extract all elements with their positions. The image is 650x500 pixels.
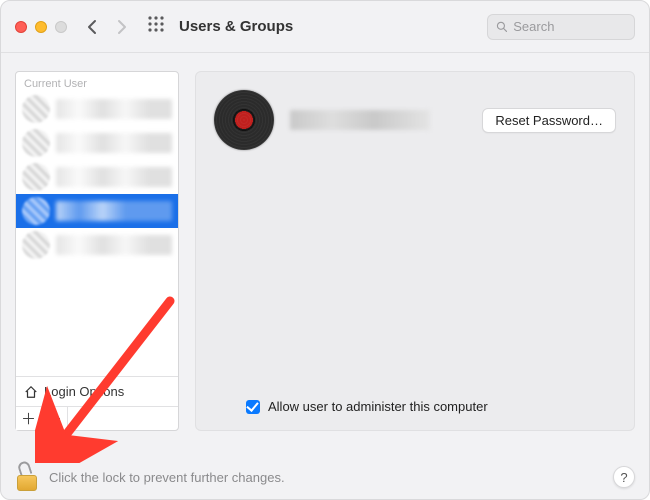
user-list-item[interactable]	[16, 126, 178, 160]
user-name-redacted	[56, 99, 172, 119]
user-name-redacted	[56, 235, 172, 255]
reset-password-button[interactable]: Reset Password…	[482, 108, 616, 133]
content-body: Current User	[1, 53, 649, 448]
chevron-left-icon	[87, 19, 98, 35]
user-avatar-redacted-icon	[22, 95, 50, 123]
lock-button[interactable]	[15, 463, 39, 491]
minus-icon: －	[47, 408, 62, 429]
login-options-label: Login Options	[44, 384, 124, 399]
traffic-lights	[15, 21, 67, 33]
user-name-redacted	[56, 167, 172, 187]
profile-avatar[interactable]	[214, 90, 274, 150]
lock-hint-text: Click the lock to prevent further change…	[49, 470, 285, 485]
user-avatar-redacted-icon	[22, 163, 50, 191]
user-list	[16, 92, 178, 376]
user-sidebar: Current User	[15, 71, 179, 431]
forward-button[interactable]	[116, 19, 127, 35]
profile-row: Reset Password…	[214, 90, 616, 150]
back-button[interactable]	[87, 19, 98, 35]
user-list-item[interactable]	[16, 228, 178, 262]
titlebar: Users & Groups	[1, 1, 649, 53]
user-avatar-redacted-icon	[22, 197, 50, 225]
show-all-button[interactable]	[147, 15, 165, 38]
zoom-window-button[interactable]	[55, 21, 67, 33]
user-avatar-redacted-icon	[22, 231, 50, 259]
admin-checkbox-row[interactable]: Allow user to administer this computer	[246, 399, 488, 414]
admin-checkbox[interactable]	[246, 400, 260, 414]
user-avatar-redacted-icon	[22, 129, 50, 157]
search-icon	[496, 20, 507, 33]
nav-arrows	[87, 19, 127, 35]
user-list-item[interactable]	[16, 92, 178, 126]
remove-user-button[interactable]: －	[42, 407, 68, 430]
admin-checkbox-label: Allow user to administer this computer	[268, 399, 488, 414]
add-remove-bar: ＋ －	[16, 406, 178, 430]
user-name-redacted	[56, 201, 172, 221]
chevron-right-icon	[116, 19, 127, 35]
lock-body-icon	[17, 475, 37, 491]
user-name-redacted	[56, 133, 172, 153]
house-icon	[24, 385, 38, 399]
minimize-window-button[interactable]	[35, 21, 47, 33]
add-user-button[interactable]: ＋	[16, 407, 42, 430]
user-detail-panel: Reset Password… Allow user to administer…	[195, 71, 635, 431]
preferences-window: Users & Groups Current User	[0, 0, 650, 500]
user-list-item-selected[interactable]	[16, 194, 178, 228]
grid-icon	[147, 15, 165, 33]
user-list-item[interactable]	[16, 160, 178, 194]
sidebar-section-label: Current User	[16, 72, 178, 92]
profile-name-redacted	[290, 110, 430, 130]
page-title: Users & Groups	[179, 18, 293, 35]
footer: Click the lock to prevent further change…	[1, 455, 649, 499]
close-window-button[interactable]	[15, 21, 27, 33]
login-options-button[interactable]: Login Options	[16, 376, 178, 406]
plus-icon: ＋	[21, 408, 36, 429]
help-button[interactable]: ?	[613, 466, 635, 488]
search-field[interactable]	[487, 14, 635, 40]
help-icon: ?	[620, 470, 627, 485]
search-input[interactable]	[513, 19, 626, 34]
